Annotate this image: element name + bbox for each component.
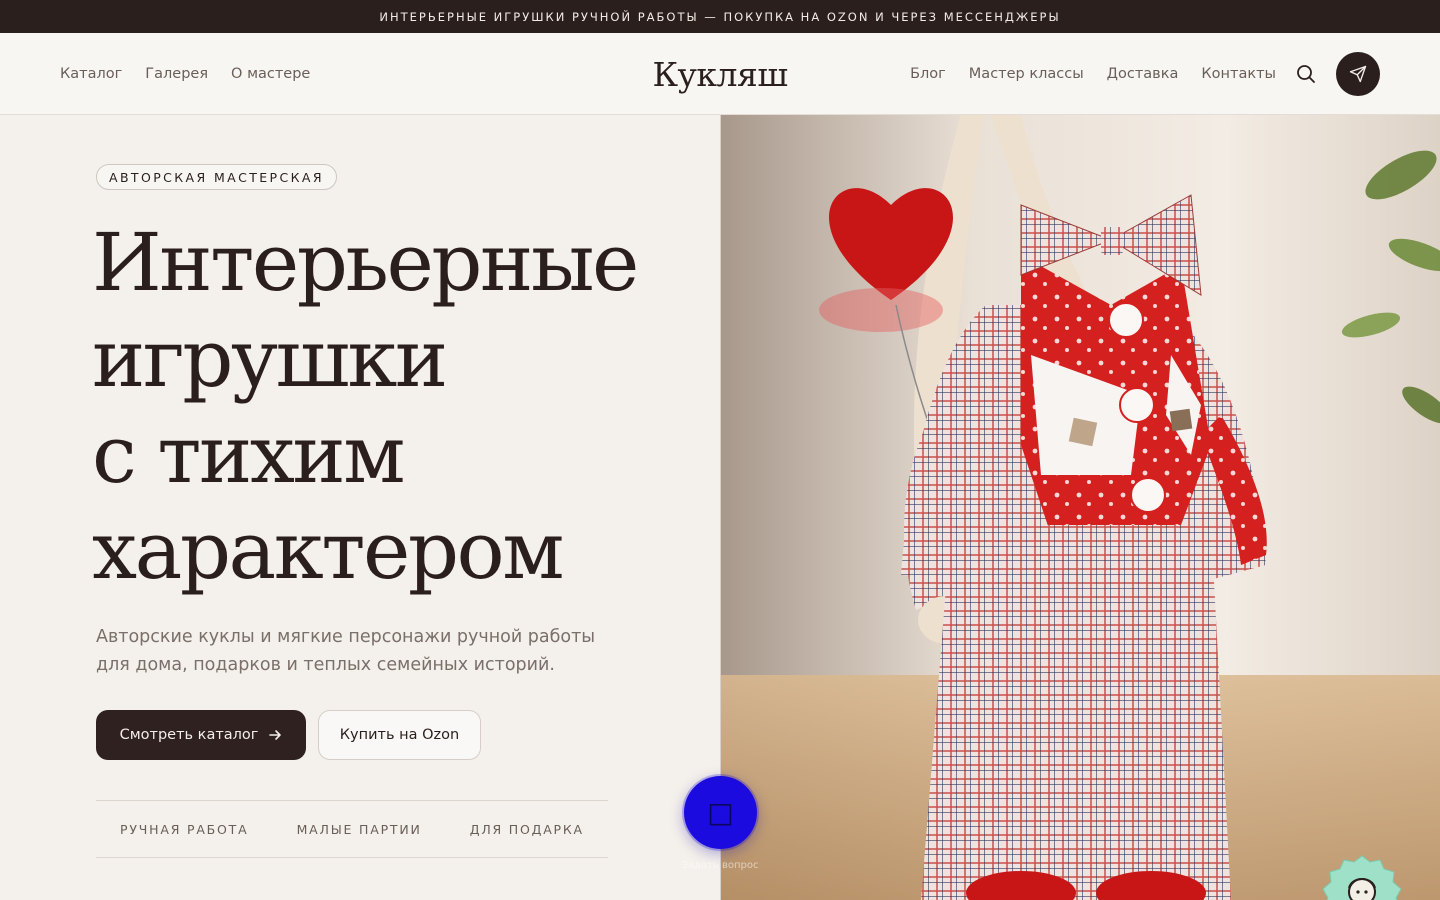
nav-master-classes[interactable]: Мастер классы <box>969 66 1084 82</box>
hero-title-line: характером <box>92 504 564 597</box>
nav-catalog[interactable]: Каталог <box>60 66 122 82</box>
feature-item: МАЛЫЕ ПАРТИИ <box>296 821 422 837</box>
hero-content: АВТОРСКАЯ МАСТЕРСКАЯ Интерьерные игрушки… <box>0 115 720 900</box>
nav-contacts[interactable]: Контакты <box>1201 66 1276 82</box>
nav-about-master[interactable]: О мастере <box>231 66 310 82</box>
hero-badge: АВТОРСКАЯ МАСТЕРСКАЯ <box>96 164 337 190</box>
hero-subtitle: Авторские куклы и мягкие персонажи ручно… <box>96 627 596 675</box>
hero-title-line: с тихим <box>92 408 405 501</box>
site-logo[interactable]: Кукляш <box>620 33 820 115</box>
search-button[interactable] <box>1292 60 1320 88</box>
hero-title: Интерьерные игрушки с тихим характером <box>92 215 712 599</box>
buy-on-ozon-label: Купить на Ozon <box>339 727 460 743</box>
site-header: Каталог Галерея О мастере Кукляш Блог Ма… <box>0 33 1440 115</box>
hero-image <box>720 115 1440 900</box>
announcement-text: ИНТЕРЬЕРНЫЕ ИГРУШКИ РУЧНОЙ РАБОТЫ — ПОКУ… <box>379 9 1061 24</box>
paper-plane-icon <box>1349 65 1367 83</box>
nav-right: Блог Мастер классы Доставка Контакты <box>910 33 1276 115</box>
chat-icon: □ <box>707 796 734 829</box>
view-catalog-button[interactable]: Смотреть каталог <box>96 710 306 760</box>
hero-title-line: игрушки <box>92 312 448 405</box>
view-catalog-label: Смотреть каталог <box>119 727 259 743</box>
nav-left: Каталог Галерея О мастере <box>60 33 310 115</box>
feature-item: РУЧНАЯ РАБОТА <box>120 821 249 837</box>
announcement-bar: ИНТЕРЬЕРНЫЕ ИГРУШКИ РУЧНОЙ РАБОТЫ — ПОКУ… <box>0 0 1440 33</box>
hero-title-line: Интерьерные <box>92 216 639 309</box>
arrow-right-icon <box>269 730 282 740</box>
nav-delivery[interactable]: Доставка <box>1107 66 1179 82</box>
ask-question-label: Задать вопрос <box>681 860 759 871</box>
search-icon <box>1297 65 1315 83</box>
messenger-button[interactable] <box>1336 52 1380 96</box>
nav-gallery[interactable]: Галерея <box>145 66 208 82</box>
toy-bunny-photo <box>721 115 1440 900</box>
ask-question-button[interactable]: □ <box>684 776 757 849</box>
feature-item: ДЛЯ ПОДАРКА <box>469 821 584 837</box>
buy-on-ozon-button[interactable]: Купить на Ozon <box>318 710 481 760</box>
mascot-badge-icon[interactable] <box>1318 852 1406 900</box>
nav-blog[interactable]: Блог <box>910 66 946 82</box>
features-strip: РУЧНАЯ РАБОТА МАЛЫЕ ПАРТИИ ДЛЯ ПОДАРКА <box>96 800 608 858</box>
